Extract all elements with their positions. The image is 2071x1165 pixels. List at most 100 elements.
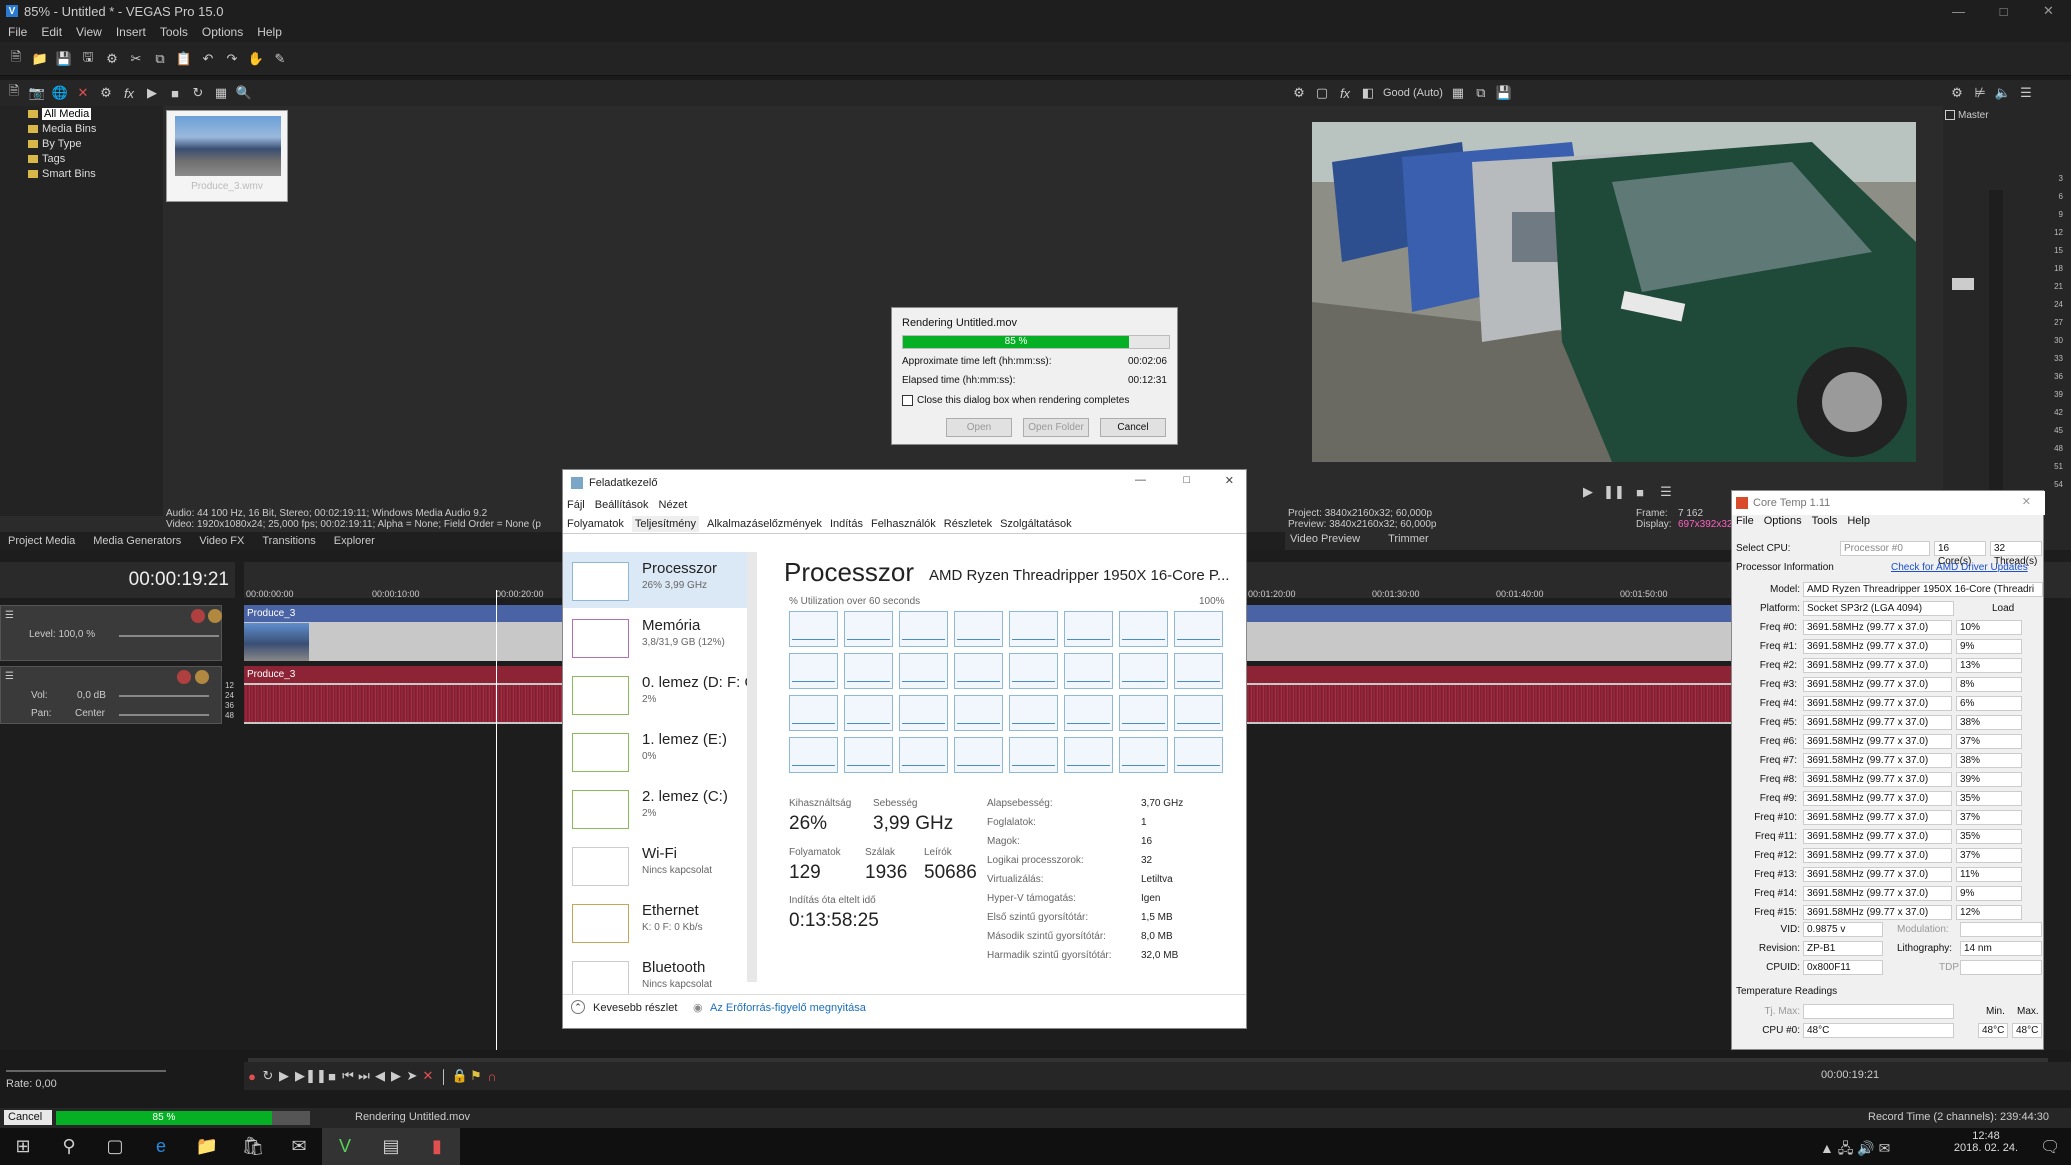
render-cancel-button[interactable]: Cancel — [1100, 418, 1166, 437]
record-icon[interactable]: ● — [244, 1068, 260, 1084]
ct-menu-file[interactable]: File — [1736, 515, 1754, 527]
amd-driver-link[interactable]: Check for AMD Driver Updates — [1891, 562, 2028, 573]
audio-track-header[interactable]: ☰ Vol: 0,0 dB Pan: Center 12 24 36 48 — [0, 666, 234, 724]
open-folder-button[interactable]: Open Folder — [1023, 418, 1089, 437]
menu-view[interactable]: View — [76, 25, 102, 39]
maximize-button[interactable]: □ — [1981, 0, 2026, 22]
edit-tool-icon[interactable]: ➤ — [404, 1068, 420, 1084]
play-from-start-icon[interactable]: ▶ — [276, 1068, 292, 1084]
side-item-bluetooth[interactable]: Bluetooth Nincs kapcsolat — [563, 951, 753, 994]
split-screen-icon[interactable]: ◧ — [1360, 85, 1376, 101]
bus-icon[interactable]: ⊭ — [1972, 85, 1988, 101]
solo-icon[interactable] — [195, 670, 209, 684]
task-view-icon[interactable]: ▢ — [92, 1128, 138, 1165]
get-media-icon[interactable]: 🌐 — [52, 85, 68, 101]
next-frame-icon[interactable]: ▶ — [388, 1068, 404, 1084]
start-windows-icon[interactable]: ⊞ — [0, 1128, 46, 1165]
tab-services[interactable]: Szolgáltatások — [1000, 518, 1072, 530]
media-thumbnail[interactable]: Produce_3.wmv — [166, 110, 288, 202]
lock-icon[interactable]: 🔒 — [452, 1068, 468, 1084]
play-icon[interactable]: ▶ — [144, 85, 160, 101]
save-snapshot-icon[interactable]: 💾 — [1496, 85, 1512, 101]
delete-icon[interactable]: ✕ — [420, 1068, 436, 1084]
preview-stop-icon[interactable]: ■ — [1632, 484, 1648, 500]
search-icon[interactable]: ⚲ — [46, 1128, 92, 1165]
taskmgr-menu-view[interactable]: Nézet — [659, 499, 688, 511]
tab-startup[interactable]: Indítás — [830, 518, 863, 530]
save-as-icon[interactable]: 🖫 — [80, 49, 96, 67]
cut-icon[interactable]: ✂ — [128, 51, 144, 67]
taskmgr-close-button[interactable]: ✕ — [1225, 474, 1234, 487]
open-folder-icon[interactable]: 📁 — [32, 51, 48, 67]
snap-icon[interactable]: ∩ — [484, 1068, 500, 1084]
taskmgr-maximize-button[interactable]: □ — [1183, 474, 1190, 486]
chevron-up-icon[interactable]: ⌃ — [571, 1000, 585, 1014]
side-item-memory[interactable]: Memória 3,8/31,9 GB (12%) — [563, 609, 753, 665]
mail-icon[interactable]: ✉ — [276, 1128, 322, 1165]
taskmgr-menu-options[interactable]: Beállítások — [595, 499, 649, 511]
tree-item-all-media[interactable]: All Media — [0, 106, 163, 121]
coretemp-close-button[interactable]: ✕ — [2022, 495, 2031, 508]
prev-frame-icon[interactable]: ◀ — [372, 1068, 388, 1084]
fewer-details-link[interactable]: Kevesebb részlet — [593, 1002, 677, 1014]
remove-media-icon[interactable]: ✕ — [75, 85, 91, 101]
tab-details[interactable]: Részletek — [944, 518, 992, 530]
capture-icon[interactable]: 📷 — [29, 85, 45, 101]
ct-menu-tools[interactable]: Tools — [1812, 515, 1838, 527]
tab-video-fx[interactable]: Video FX — [199, 535, 244, 547]
copy-snapshot-icon[interactable]: ⧉ — [1473, 85, 1489, 101]
preview-menu-icon[interactable]: ☰ — [1658, 484, 1674, 500]
tab-media-generators[interactable]: Media Generators — [93, 535, 181, 547]
tab-app-history[interactable]: Alkalmazáselőzmények — [707, 518, 822, 530]
ct-menu-help[interactable]: Help — [1847, 515, 1870, 527]
mute-icon[interactable] — [177, 670, 191, 684]
import-media-icon[interactable]: 🗎 — [6, 83, 22, 101]
tab-trimmer[interactable]: Trimmer — [1388, 533, 1429, 545]
tab-explorer[interactable]: Explorer — [334, 535, 375, 547]
video-track-header[interactable]: ☰ Level: 100,0 % — [0, 605, 222, 661]
taskbar-clock[interactable]: 12:48 2018. 02. 24. — [1946, 1130, 2026, 1154]
split-icon[interactable]: │ — [436, 1068, 452, 1084]
views-icon[interactable]: ▦ — [213, 85, 229, 101]
device-preview-icon[interactable]: ▢ — [1314, 85, 1330, 101]
media-properties-icon[interactable]: ⚙ — [98, 85, 114, 101]
overlays-icon[interactable]: ▦ — [1450, 85, 1466, 101]
track-menu-icon[interactable]: ☰ — [5, 671, 17, 683]
taskmgr-menu-file[interactable]: Fájl — [567, 499, 585, 511]
pan-slider[interactable] — [119, 714, 209, 716]
normal-edit-tool-icon[interactable]: ✋ — [248, 51, 264, 67]
tree-item-tags[interactable]: Tags — [0, 151, 163, 166]
redo-icon[interactable]: ↷ — [224, 51, 240, 67]
menu-file[interactable]: File — [8, 25, 27, 39]
solo-icon[interactable] — [208, 609, 222, 623]
auto-preview-icon[interactable]: ↻ — [190, 85, 206, 101]
ct-menu-options[interactable]: Options — [1764, 515, 1802, 527]
tab-transitions[interactable]: Transitions — [262, 535, 315, 547]
menu-edit[interactable]: Edit — [41, 25, 62, 39]
side-item-ethernet[interactable]: Ethernet K: 0 F: 0 Kb/s — [563, 894, 753, 950]
tab-project-media[interactable]: Project Media — [8, 535, 75, 547]
paste-icon[interactable]: 📋 — [176, 51, 192, 67]
open-button[interactable]: Open — [946, 418, 1012, 437]
marker-icon[interactable]: ⚑ — [468, 1068, 484, 1084]
status-cancel-button[interactable]: Cancel — [4, 1110, 52, 1125]
side-item-disk0[interactable]: 0. lemez (D: F: G 2% — [563, 666, 756, 722]
tab-performance[interactable]: Teljesítmény — [631, 515, 699, 532]
search-icon[interactable]: 🔍 — [236, 85, 252, 101]
media-fx-icon[interactable]: fx — [121, 85, 137, 101]
properties-icon[interactable]: ⚙ — [104, 51, 120, 67]
playhead-cursor[interactable] — [496, 590, 497, 1050]
close-on-complete-checkbox[interactable] — [902, 395, 913, 406]
loop-icon[interactable]: ↻ — [260, 1068, 276, 1084]
menu-help[interactable]: Help — [257, 25, 282, 39]
go-to-end-icon[interactable]: ⏭ — [356, 1068, 372, 1084]
menu-insert[interactable]: Insert — [116, 25, 146, 39]
level-slider[interactable] — [119, 635, 219, 637]
copy-icon[interactable]: ⧉ — [152, 51, 168, 67]
go-to-start-icon[interactable]: ⏮ — [340, 1068, 356, 1084]
edge-browser-icon[interactable]: e — [138, 1128, 184, 1165]
side-item-wifi[interactable]: Wi-Fi Nincs kapcsolat — [563, 837, 753, 893]
minimize-button[interactable]: — — [1936, 0, 1981, 22]
envelope-tool-icon[interactable]: ✎ — [272, 51, 288, 67]
new-icon[interactable]: 🗎 — [8, 49, 24, 67]
